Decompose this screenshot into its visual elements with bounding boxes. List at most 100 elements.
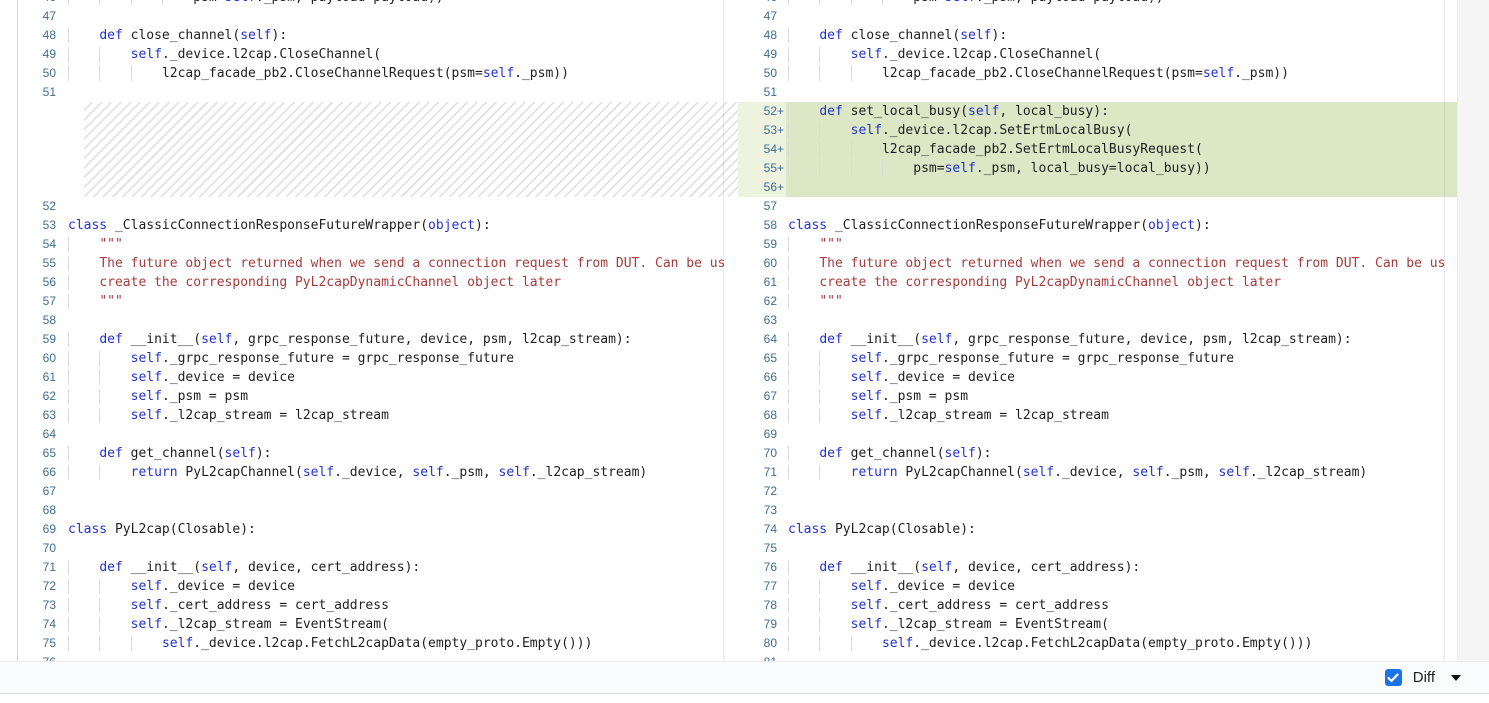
line-number[interactable]: 65 [18, 444, 66, 463]
line-number[interactable]: 69 [738, 425, 786, 444]
line-number[interactable]: 60 [738, 254, 786, 273]
line-number[interactable]: 58 [18, 311, 66, 330]
code-text [786, 197, 1458, 216]
line-number[interactable]: 62 [738, 292, 786, 311]
line-number[interactable]: 81 [738, 653, 786, 661]
line-number[interactable]: 72 [18, 577, 66, 596]
scrollbar-track[interactable] [1457, 0, 1489, 694]
diff-toggle[interactable]: Diff [1385, 669, 1435, 686]
line-number[interactable]: 70 [738, 444, 786, 463]
diff-line: 48 def close_channel(self): [738, 26, 1458, 45]
diff-line-added: 55+ psm=self._psm, local_busy=local_busy… [738, 159, 1458, 178]
code-text: def close_channel(self): [786, 26, 1458, 45]
line-number[interactable]: 49 [18, 45, 66, 64]
diff-line: 74 self._l2cap_stream = EventStream( [18, 615, 738, 634]
line-number[interactable]: 53 [18, 216, 66, 235]
line-number[interactable]: 57 [18, 292, 66, 311]
line-number[interactable]: 52 [18, 197, 66, 216]
diff-line-added: 54+ l2cap_facade_pb2.SetErtmLocalBusyReq… [738, 140, 1458, 159]
diff-line: 62 """ [738, 292, 1458, 311]
line-number[interactable]: 60 [18, 349, 66, 368]
line-number[interactable]: 80 [738, 634, 786, 653]
line-number[interactable]: 66 [738, 368, 786, 387]
diff-gap-hatch [84, 102, 738, 197]
line-number[interactable]: 50 [738, 64, 786, 83]
diff-options-caret-icon[interactable] [1451, 675, 1461, 681]
line-number[interactable]: 63 [18, 406, 66, 425]
line-number[interactable]: 58 [738, 216, 786, 235]
line-number[interactable]: 63 [738, 311, 786, 330]
code-text: return PyL2capChannel(self._device, self… [786, 463, 1458, 482]
line-number[interactable]: 73 [18, 596, 66, 615]
line-number[interactable]: 75 [738, 539, 786, 558]
line-number[interactable]: 47 [738, 7, 786, 26]
code-text [66, 501, 738, 520]
line-number[interactable]: 67 [738, 387, 786, 406]
line-number[interactable]: 57 [738, 197, 786, 216]
line-number[interactable]: 53+ [738, 121, 786, 140]
line-number[interactable]: 46 [18, 0, 66, 7]
line-number[interactable]: 78 [738, 596, 786, 615]
line-number[interactable]: 47 [18, 7, 66, 26]
code-text: self._device = device [66, 577, 738, 596]
line-number[interactable]: 67 [18, 482, 66, 501]
line-number[interactable]: 71 [738, 463, 786, 482]
line-number[interactable]: 70 [18, 539, 66, 558]
line-number[interactable]: 71 [18, 558, 66, 577]
line-number[interactable]: 48 [738, 26, 786, 45]
line-number[interactable]: 46 [738, 0, 786, 7]
line-number[interactable]: 73 [738, 501, 786, 520]
line-number[interactable]: 64 [18, 425, 66, 444]
diff-line: 77 self._device = device [738, 577, 1458, 596]
line-number[interactable]: 68 [738, 406, 786, 425]
line-number[interactable]: 54+ [738, 140, 786, 159]
line-number[interactable]: 55+ [738, 159, 786, 178]
line-number[interactable]: 59 [18, 330, 66, 349]
line-number[interactable]: 65 [738, 349, 786, 368]
line-number[interactable]: 66 [18, 463, 66, 482]
line-number[interactable]: 56 [18, 273, 66, 292]
line-number[interactable]: 48 [18, 26, 66, 45]
code-text: def get_channel(self): [786, 444, 1458, 463]
line-number[interactable]: 61 [738, 273, 786, 292]
line-number[interactable]: 54 [18, 235, 66, 254]
line-number[interactable]: 62 [18, 387, 66, 406]
line-number[interactable]: 69 [18, 520, 66, 539]
code-text: self._grpc_response_future = grpc_respon… [786, 349, 1458, 368]
line-number[interactable]: 56+ [738, 178, 786, 197]
diff-line: 69class PyL2cap(Closable): [18, 520, 738, 539]
line-number[interactable]: 68 [18, 501, 66, 520]
line-number[interactable]: 76 [18, 653, 66, 661]
diff-line: 61 create the corresponding PyL2capDynam… [738, 273, 1458, 292]
line-number[interactable]: 52+ [738, 102, 786, 121]
code-text: self._device.l2cap.CloseChannel( [66, 45, 738, 64]
line-number[interactable]: 64 [738, 330, 786, 349]
code-text: def __init__(self, device, cert_address)… [786, 558, 1458, 577]
line-number[interactable]: 79 [738, 615, 786, 634]
line-number[interactable]: 55 [18, 254, 66, 273]
line-number[interactable]: 50 [18, 64, 66, 83]
line-number[interactable]: 72 [738, 482, 786, 501]
code-text: psm=self._psm, local_busy=local_busy)) [786, 159, 1458, 178]
line-number[interactable]: 76 [738, 558, 786, 577]
line-number[interactable]: 51 [738, 83, 786, 102]
diff-line: 60 self._grpc_response_future = grpc_res… [18, 349, 738, 368]
code-text: def __init__(self, device, cert_address)… [66, 558, 738, 577]
line-number[interactable]: 51 [18, 83, 66, 102]
code-text: class PyL2cap(Closable): [786, 520, 1458, 539]
diff-toggle-label: Diff [1413, 669, 1435, 686]
code-text: The future object returned when we send … [66, 254, 738, 273]
line-number[interactable]: 74 [18, 615, 66, 634]
code-text [66, 7, 738, 26]
line-number[interactable]: 74 [738, 520, 786, 539]
line-number[interactable]: 49 [738, 45, 786, 64]
line-number[interactable]: 77 [738, 577, 786, 596]
diff-checkbox-checked[interactable] [1385, 669, 1402, 686]
diff-line: 73 [738, 501, 1458, 520]
line-number[interactable]: 61 [18, 368, 66, 387]
line-number[interactable]: 59 [738, 235, 786, 254]
code-text: self._device.l2cap.CloseChannel( [786, 45, 1458, 64]
diff-line: 79 self._l2cap_stream = EventStream( [738, 615, 1458, 634]
diff-line: 51 [18, 83, 738, 102]
line-number[interactable]: 75 [18, 634, 66, 653]
